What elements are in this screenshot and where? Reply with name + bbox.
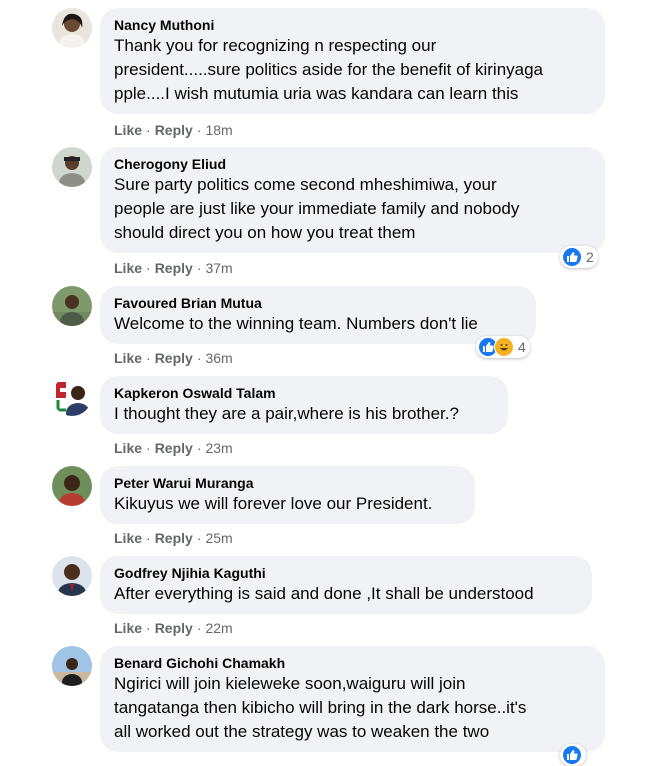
like-button[interactable]: Like — [114, 440, 142, 456]
comment-text: Welcome to the winning team. Numbers don… — [114, 314, 478, 333]
reaction-summary[interactable]: 4 — [476, 336, 530, 358]
comment-bubble: Peter Warui Muranga Kikuyus we will fore… — [100, 466, 475, 524]
reply-button[interactable]: Reply — [155, 122, 193, 138]
comment-timestamp[interactable]: 22m — [205, 620, 232, 636]
comment-timestamp[interactable]: 18m — [205, 122, 232, 138]
comment-bubble: Cherogony Eliud Sure party politics come… — [100, 147, 605, 253]
comment-actions: Like · Reply · 23m — [114, 440, 233, 456]
avatar[interactable] — [52, 147, 92, 187]
like-reaction-icon — [562, 247, 582, 267]
comment-text: After everything is said and done ,It sh… — [114, 584, 534, 603]
comment-text: Ngirici will join kieleweke soon,waiguru… — [114, 674, 527, 741]
like-button[interactable]: Like — [114, 350, 142, 366]
comment-actions: Like · Reply · 36m — [114, 350, 233, 366]
reaction-summary[interactable] — [560, 744, 586, 766]
reply-button[interactable]: Reply — [155, 440, 193, 456]
comment-author[interactable]: Godfrey Njihia Kaguthi — [114, 564, 578, 582]
comment-bubble: Kapkeron Oswald Talam I thought they are… — [100, 376, 508, 434]
comment-author[interactable]: Peter Warui Muranga — [114, 474, 461, 492]
comment-timestamp[interactable]: 37m — [205, 260, 232, 276]
avatar[interactable] — [52, 646, 92, 686]
comment-actions: Like · Reply · 18m — [114, 122, 233, 138]
comment-author[interactable]: Kapkeron Oswald Talam — [114, 384, 494, 402]
reply-button[interactable]: Reply — [155, 620, 193, 636]
reaction-count: 2 — [586, 249, 594, 265]
comment-author[interactable]: Benard Gichohi Chamakh — [114, 654, 591, 672]
avatar[interactable] — [52, 466, 92, 506]
like-reaction-icon — [562, 745, 582, 765]
like-button[interactable]: Like — [114, 530, 142, 546]
avatar[interactable] — [52, 8, 92, 48]
comment-actions: Like · Reply · 25m — [114, 530, 233, 546]
comment-author[interactable]: Nancy Muthoni — [114, 16, 591, 34]
like-button[interactable]: Like — [114, 620, 142, 636]
comment-text: Thank you for recognizing n respecting o… — [114, 36, 544, 103]
reply-button[interactable]: Reply — [155, 260, 193, 276]
comment-bubble: Godfrey Njihia Kaguthi After everything … — [100, 556, 592, 614]
reaction-summary[interactable]: 2 — [560, 246, 598, 268]
comment-timestamp[interactable]: 25m — [205, 530, 232, 546]
like-button[interactable]: Like — [114, 260, 142, 276]
like-button[interactable]: Like — [114, 122, 142, 138]
comment-actions: Like · Reply · 37m — [114, 260, 233, 276]
avatar[interactable] — [52, 556, 92, 596]
avatar[interactable] — [52, 286, 92, 326]
comment-author[interactable]: Cherogony Eliud — [114, 155, 591, 173]
comment-author[interactable]: Favoured Brian Mutua — [114, 294, 522, 312]
comment-timestamp[interactable]: 23m — [205, 440, 232, 456]
comment-bubble: Favoured Brian Mutua Welcome to the winn… — [100, 286, 536, 344]
reaction-count: 4 — [518, 339, 526, 355]
haha-reaction-icon — [494, 337, 514, 357]
comment-timestamp[interactable]: 36m — [205, 350, 232, 366]
reply-button[interactable]: Reply — [155, 530, 193, 546]
comment-bubble: Benard Gichohi Chamakh Ngirici will join… — [100, 646, 605, 752]
comment-text: I thought they are a pair,where is his b… — [114, 404, 459, 423]
avatar[interactable] — [52, 376, 92, 416]
comment-actions: Like · Reply · 22m — [114, 620, 233, 636]
comment-text: Kikuyus we will forever love our Preside… — [114, 494, 433, 513]
comment-text: Sure party politics come second mheshimi… — [114, 175, 520, 242]
comment-bubble: Nancy Muthoni Thank you for recognizing … — [100, 8, 605, 114]
reply-button[interactable]: Reply — [155, 350, 193, 366]
